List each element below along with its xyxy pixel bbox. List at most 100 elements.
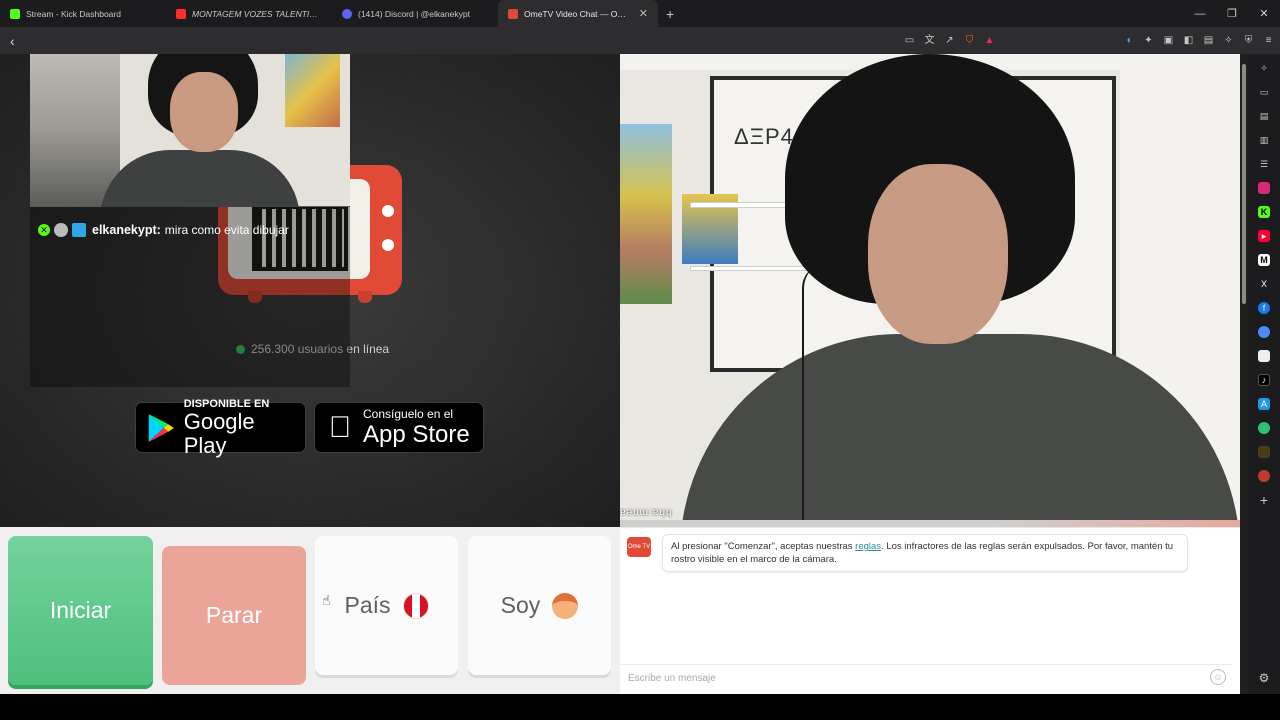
wall-shelf <box>690 266 820 271</box>
rules-notice: Al presionar "Comenzar", aceptas nuestra… <box>662 534 1188 572</box>
instagram-icon[interactable] <box>1258 182 1270 194</box>
youtube-icon[interactable]: ▸ <box>1258 230 1270 242</box>
app-store-big-text: App Store <box>363 420 470 448</box>
tab-title: OmeTV Video Chat — Omegl <box>524 8 633 19</box>
start-label: Iniciar <box>49 597 112 623</box>
speaker-icon[interactable]: ◖ <box>1123 35 1134 46</box>
discord-favicon-icon <box>342 8 352 19</box>
vpn-app-icon[interactable] <box>1258 422 1270 434</box>
anime-figure <box>620 124 672 304</box>
google-play-button[interactable]: DISPONIBLE EN Google Play <box>135 398 306 458</box>
back-button[interactable]: ‹ <box>10 33 15 49</box>
tab-title: MONTAGEM VOZES TALENTINHO <box>192 8 322 19</box>
stranger-video-placeholder: 256.300 usuarios en línea DISPONIBLE EN … <box>0 54 620 527</box>
gender-label: Soy <box>500 592 541 618</box>
emoji-picker-icon[interactable]: ☺ <box>1210 669 1226 685</box>
share-icon[interactable]: ↗ <box>944 35 955 46</box>
tab-title: (1414) Discord | @elkanekypt <box>358 8 470 19</box>
ometv-favicon-icon <box>508 8 518 19</box>
tv-knob-icon <box>382 205 394 217</box>
message-input[interactable]: Escribe un mensaje <box>620 664 1232 692</box>
tab-montagem[interactable]: MONTAGEM VOZES TALENTINHO <box>166 0 332 27</box>
screen-icon[interactable]: ▭ <box>904 35 915 46</box>
new-tab-button[interactable]: + <box>658 6 682 22</box>
toolbar-actions: ▭ 文 ↗ ⛉ ▲ ◖ ✦ ▣ ◧ ▤ ✧ ⛨ ≡ <box>904 27 1274 54</box>
menu-icon[interactable]: ≡ <box>1263 35 1274 46</box>
partner-video: ΔΞΡ4 ɐǝuɯ:ɐɥɥ <box>620 54 1240 520</box>
streamer-webcam-overlay <box>30 54 350 207</box>
rewards-icon[interactable]: ▲ <box>984 35 995 46</box>
tv-leg <box>358 291 372 303</box>
tab-ometv[interactable]: OmeTV Video Chat — Omegl ✕ <box>498 0 658 27</box>
anime-poster <box>285 54 340 127</box>
chat-controls: Iniciar Parar País Soy <box>0 527 620 694</box>
tab-discord[interactable]: (1414) Discord | @elkanekypt <box>332 0 498 27</box>
text-chat-panel: Ome TV Al presionar "Comenzar", aceptas … <box>620 527 1240 694</box>
chat-message: ✕ elkanekypt: mira como evita dibujar <box>38 223 289 237</box>
ometv-chat-logo-icon: Ome TV <box>627 537 651 557</box>
video-caption: ɐǝuɯ:ɐɥɥ <box>620 507 673 518</box>
tab-title: Stream - Kick Dashboard <box>26 8 121 19</box>
window-controls: — ❐ ✕ <box>1184 0 1280 27</box>
video-progress-strip <box>620 520 1240 527</box>
page-scrollbar[interactable] <box>1240 54 1248 694</box>
translate-icon[interactable]: 文 <box>924 35 935 46</box>
kick-favicon-icon <box>10 8 20 19</box>
peru-flag-icon <box>402 592 429 619</box>
country-button[interactable]: País <box>315 536 458 675</box>
person-face <box>868 164 1008 344</box>
rules-prefix: Al presionar "Comenzar", aceptas nuestra… <box>671 541 856 552</box>
ometv-page: 256.300 usuarios en línea DISPONIBLE EN … <box>0 54 1240 694</box>
browser-sidebar: ✧ ▭ ▤ ▥ ☰ K ▸ M X f ♪ A + ⚙ <box>1248 54 1280 694</box>
vpn-icon[interactable]: ⛨ <box>1243 35 1254 46</box>
extension-icon[interactable] <box>1258 446 1270 458</box>
mouse-cursor-icon: ☝ <box>322 592 331 608</box>
shield-icon[interactable]: ⛉ <box>964 35 975 46</box>
sidebar-toggle-icon[interactable]: ◧ <box>1183 35 1194 46</box>
start-button[interactable]: Iniciar <box>8 536 153 685</box>
x-twitter-icon[interactable]: X <box>1258 278 1270 290</box>
m-app-icon[interactable]: M <box>1258 254 1270 266</box>
gender-button[interactable]: Soy <box>468 536 611 675</box>
moderator-badge-icon: ✕ <box>38 224 50 236</box>
translate-app-icon[interactable]: A <box>1258 398 1270 410</box>
tab-kick-dashboard[interactable]: Stream - Kick Dashboard <box>0 0 166 27</box>
app-store-small-text: Consíguelo en el <box>363 407 454 422</box>
headphone-cable <box>802 264 826 520</box>
wallet-sidebar-icon[interactable]: ▤ <box>1258 110 1270 122</box>
stop-button[interactable]: Parar <box>162 546 306 685</box>
facebook-icon[interactable]: f <box>1258 302 1270 314</box>
scrollbar-thumb[interactable] <box>1242 64 1246 304</box>
messenger-icon[interactable] <box>1258 326 1270 338</box>
stream-chat-overlay: ✕ elkanekypt: mira como evita dibujar <box>30 207 350 387</box>
stop-label: Parar <box>205 602 263 628</box>
rules-link[interactable]: reglas <box>855 541 881 552</box>
leo-ai-icon[interactable]: ✧ <box>1223 35 1234 46</box>
image-app-icon[interactable] <box>1258 350 1270 362</box>
google-play-big-text: Google Play <box>183 409 255 458</box>
bookmarks-icon[interactable]: ▥ <box>1258 134 1270 146</box>
wallet-icon[interactable]: ▤ <box>1203 35 1214 46</box>
red-app-icon[interactable] <box>1258 470 1270 482</box>
chat-text: mira como evita dibujar <box>164 223 289 237</box>
app-store-button[interactable]:  Consíguelo en el App Store <box>314 402 484 453</box>
country-label: País <box>344 592 391 618</box>
tab-close-icon[interactable]: ✕ <box>639 7 648 20</box>
close-window-button[interactable]: ✕ <box>1248 0 1280 27</box>
google-play-icon <box>148 413 174 442</box>
apple-icon:  <box>325 411 355 445</box>
streamer-face <box>170 72 238 152</box>
kick-icon[interactable]: K <box>1258 206 1270 218</box>
minimize-button[interactable]: — <box>1184 0 1216 27</box>
frame-text: ΔΞΡ4 <box>734 124 794 149</box>
leo-sidebar-icon[interactable]: ✧ <box>1258 62 1270 74</box>
extensions-icon[interactable]: ✦ <box>1143 35 1154 46</box>
restore-button[interactable]: ❐ <box>1216 0 1248 27</box>
tiktok-icon[interactable]: ♪ <box>1258 374 1270 386</box>
reading-list-icon[interactable]: ▭ <box>1258 86 1270 98</box>
browser-toolbar: ‹ ▭ 文 ↗ ⛉ ▲ ◖ ✦ ▣ ◧ ▤ ✧ ⛨ ≡ <box>0 27 1280 54</box>
add-sidebar-item-icon[interactable]: + <box>1258 493 1270 507</box>
screenshot-icon[interactable]: ▣ <box>1163 35 1174 46</box>
settings-icon[interactable]: ⚙ <box>1258 672 1270 684</box>
history-icon[interactable]: ☰ <box>1258 158 1270 170</box>
